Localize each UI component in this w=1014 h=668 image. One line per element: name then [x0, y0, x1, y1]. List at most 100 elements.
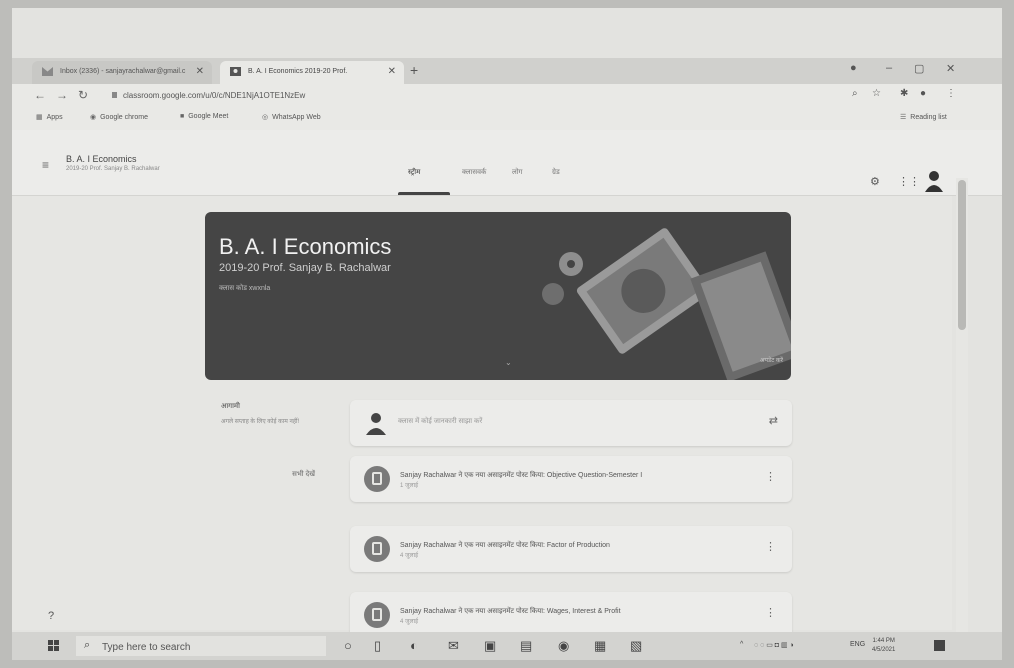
class-subtitle: 2019-20 Prof. Sanjay B. Rachalwar: [66, 166, 160, 172]
app-icon[interactable]: ▦: [594, 638, 606, 654]
assignment-icon: [364, 536, 390, 562]
address-bar[interactable]: classroom.google.com/u/0/c/NDE1NjA1OTE1N…: [112, 91, 305, 100]
classroom-icon: [230, 67, 241, 76]
post-text: Sanjay Rachalwar ने एक नया असाइनमेंट पोस…: [400, 472, 643, 479]
bookmark-meet[interactable]: ■ Google Meet: [180, 113, 228, 120]
upcoming-card: आगामी अगले सप्ताह के लिए कोई काम नहीं! स…: [205, 394, 335, 494]
upcoming-title: आगामी: [221, 403, 240, 410]
class-name[interactable]: B. A. I Economics: [66, 154, 137, 164]
more-options-icon[interactable]: ⋮: [765, 470, 776, 483]
maximize-icon[interactable]: ▢: [914, 62, 924, 75]
language-indicator[interactable]: ENG: [850, 641, 865, 648]
tab-people[interactable]: लोग: [512, 168, 523, 177]
extensions-icon[interactable]: ✱: [900, 88, 908, 99]
zoom-icon[interactable]: ⌕: [852, 88, 858, 99]
chevron-down-icon[interactable]: ⌄: [505, 358, 512, 367]
lock-icon: [112, 92, 117, 98]
search-icon: ⌕: [84, 639, 91, 651]
minimize-icon[interactable]: –: [886, 62, 892, 74]
app-icon[interactable]: ▧: [630, 638, 642, 654]
back-icon[interactable]: ←: [34, 88, 46, 102]
tab-stream[interactable]: स्ट्रीम: [408, 168, 420, 177]
clock[interactable]: 1:44 PM 4/5/2021: [872, 637, 895, 655]
class-code[interactable]: क्लास कोड xwxnla: [219, 284, 270, 293]
more-options-icon[interactable]: ⋮: [765, 540, 776, 553]
settings-icon[interactable]: ⚙: [870, 175, 880, 188]
assignment-icon: [364, 602, 390, 628]
bookmarks-bar: ▦ Apps ◉ Google chrome ■ Google Meet ◎ Whats…: [12, 108, 1002, 130]
address-bar-row: ← → ↻ classroom.google.com/u/0/c/NDE1NjA…: [12, 84, 1002, 108]
post-date: 4 जुलाई: [400, 553, 419, 559]
post-card[interactable]: Sanjay Rachalwar ने एक नया असाइनमेंट पोस…: [350, 526, 792, 572]
teams-icon[interactable]: ✉: [448, 638, 459, 654]
reading-list[interactable]: ☰ Reading list: [900, 113, 947, 121]
star-icon[interactable]: ☆: [872, 88, 881, 99]
tab-label: Inbox (2336) - sanjayrachalwar@gmail.c: [60, 68, 186, 75]
bookmark-apps[interactable]: ▦ Apps: [36, 113, 63, 121]
tray-icons[interactable]: ◌ ◌ ▭ ◘ ▥ ◑: [754, 641, 794, 649]
taskbar-search[interactable]: ⌕ Type here to search: [76, 636, 326, 656]
help-icon[interactable]: ?: [48, 610, 54, 622]
banner-update-link[interactable]: अपडेट करें: [760, 356, 783, 364]
tab-label: B. A. I Economics 2019-20 Prof.: [248, 68, 348, 75]
close-tab-icon[interactable]: ✕: [196, 66, 204, 77]
edge-icon[interactable]: ◐: [410, 638, 418, 653]
account-icon[interactable]: ●: [920, 88, 926, 99]
upcoming-text: अगले सप्ताह के लिए कोई काम नहीं!: [221, 419, 300, 425]
new-tab-button[interactable]: +: [410, 62, 418, 78]
taskbar: ⌕ Type here to search ○ ▯ ◐ ✉ ▣ ▤ ◉ ▦ ▧ …: [12, 632, 1002, 660]
url-text: classroom.google.com/u/0/c/NDE1NjA1OTE1N…: [123, 91, 306, 100]
post-text: Sanjay Rachalwar ने एक नया असाइनमेंट पोस…: [400, 608, 621, 615]
avatar: [366, 413, 386, 435]
repost-icon[interactable]: ⇄: [769, 414, 778, 427]
close-window-icon[interactable]: ✕: [946, 62, 955, 75]
scrollbar-thumb[interactable]: [958, 180, 966, 330]
cortana-icon[interactable]: ○: [344, 638, 352, 653]
screen: Inbox (2336) - sanjayrachalwar@gmail.c ✕…: [12, 8, 1002, 660]
reload-icon[interactable]: ↻: [78, 88, 88, 102]
banner-title: B. A. I Economics: [219, 234, 392, 259]
classroom-header: ≡ B. A. I Economics 2019-20 Prof. Sanjay…: [12, 130, 1002, 196]
tray-chevron-icon[interactable]: ^: [740, 641, 743, 648]
notification-icon[interactable]: [934, 640, 945, 651]
class-banner: B. A. I Economics 2019-20 Prof. Sanjay B…: [205, 212, 791, 380]
assignment-icon: [364, 466, 390, 492]
apps-icon: ▦: [36, 114, 43, 121]
search-placeholder: Type here to search: [102, 642, 191, 653]
clock-date: 4/5/2021: [872, 647, 896, 653]
close-tab-icon[interactable]: ✕: [388, 66, 396, 77]
mail-icon[interactable]: ▤: [520, 638, 532, 654]
bookmark-whatsapp[interactable]: ◎ WhatsApp Web: [262, 113, 321, 121]
profile-icon[interactable]: ●: [850, 62, 857, 74]
banner-illustration: [542, 228, 791, 380]
tab-gmail[interactable]: Inbox (2336) - sanjayrachalwar@gmail.c ✕: [32, 61, 212, 84]
more-options-icon[interactable]: ⋮: [765, 606, 776, 619]
tab-grades[interactable]: ग्रेड: [552, 168, 560, 177]
announce-box[interactable]: क्लास में कोई जानकारी साझा करें ⇄: [350, 400, 792, 446]
google-meet-icon: ■: [180, 113, 185, 120]
avatar[interactable]: [924, 170, 944, 192]
reading-list-icon: ☰: [900, 114, 907, 121]
tab-classwork[interactable]: क्लासवर्क: [462, 168, 486, 177]
stream-content: B. A. I Economics 2019-20 Prof. Sanjay B…: [12, 196, 952, 638]
view-all-link[interactable]: सभी देखें: [292, 470, 315, 479]
post-card[interactable]: Sanjay Rachalwar ने एक नया असाइनमेंट पोस…: [350, 456, 792, 502]
bookmark-chrome[interactable]: ◉ Google chrome: [90, 113, 148, 121]
store-icon[interactable]: ▣: [484, 638, 496, 654]
main-menu-icon[interactable]: ≡: [42, 158, 49, 172]
task-view-icon[interactable]: ▯: [374, 638, 381, 654]
scrollbar[interactable]: [956, 178, 968, 636]
google-chrome-icon: ◉: [90, 114, 97, 121]
windows-start-icon[interactable]: [48, 640, 60, 652]
chrome-icon[interactable]: ◉: [558, 638, 569, 654]
forward-icon[interactable]: →: [56, 88, 68, 102]
tab-classroom[interactable]: B. A. I Economics 2019-20 Prof. ✕: [220, 61, 404, 84]
apps-grid-icon[interactable]: ⋮⋮: [898, 175, 920, 188]
post-date: 1 जुलाई: [400, 483, 419, 489]
menu-icon[interactable]: ⋮: [946, 88, 956, 99]
announce-placeholder: क्लास में कोई जानकारी साझा करें: [398, 418, 483, 425]
post-date: 4 जुलाई: [400, 619, 419, 625]
tab-strip: Inbox (2336) - sanjayrachalwar@gmail.c ✕…: [12, 58, 1002, 84]
selected-tab-indicator: [398, 192, 450, 195]
clock-time: 1:44 PM: [872, 638, 895, 644]
